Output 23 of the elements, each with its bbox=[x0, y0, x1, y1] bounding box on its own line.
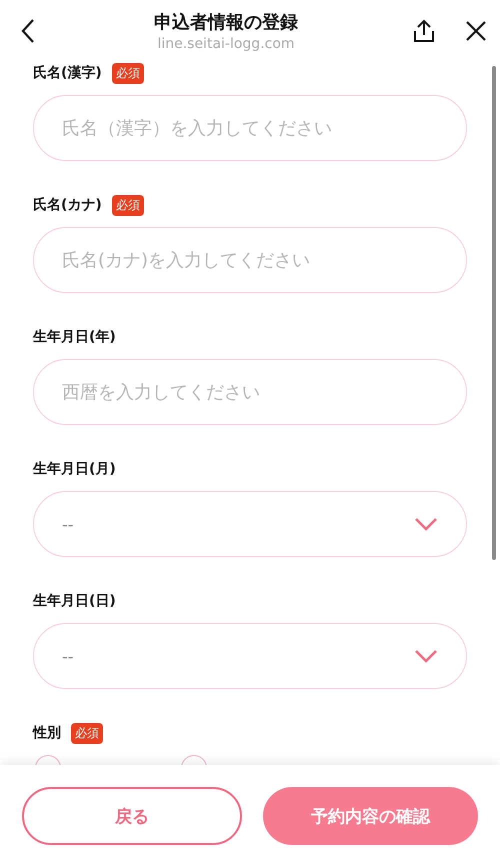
field-label: 生年月日(年) bbox=[33, 328, 116, 346]
back-text-button[interactable]: 戻る bbox=[22, 787, 242, 845]
input-field[interactable]: 氏名(カナ)を入力してください bbox=[33, 227, 467, 293]
required-tag: 必須 bbox=[71, 722, 103, 744]
share-icon bbox=[413, 19, 435, 43]
confirm-button[interactable]: 予約内容の確認 bbox=[263, 787, 478, 845]
input-field[interactable]: 氏名（漢字）を入力してください bbox=[33, 95, 467, 161]
close-icon bbox=[465, 20, 487, 42]
page-url: line.seitai-logg.com bbox=[157, 36, 295, 52]
required-tag: 必須 bbox=[112, 194, 144, 216]
input-field[interactable]: 西暦を入力してください bbox=[33, 359, 467, 425]
required-tag: 必須 bbox=[112, 62, 144, 84]
back-icon bbox=[21, 18, 35, 44]
select-field[interactable]: -- bbox=[33, 623, 467, 689]
field-label: 生年月日(月) bbox=[33, 460, 116, 478]
field-label: 氏名(カナ) bbox=[33, 196, 102, 214]
field-label: 生年月日(日) bbox=[33, 592, 116, 610]
field-label: 性別 bbox=[33, 724, 61, 742]
page-title: 申込者情報の登録 bbox=[154, 11, 298, 34]
chevron-down-icon bbox=[414, 517, 438, 531]
chevron-down-icon bbox=[414, 649, 438, 663]
select-field[interactable]: -- bbox=[33, 491, 467, 557]
field-label: 氏名(漢字) bbox=[33, 64, 102, 82]
